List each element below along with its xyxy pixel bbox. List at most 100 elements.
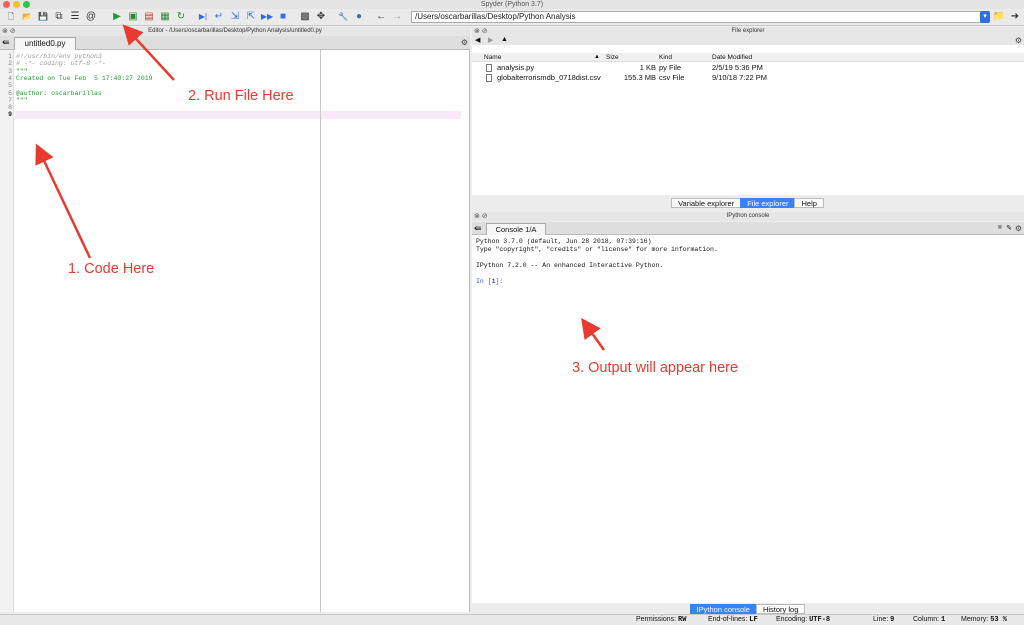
- file-row[interactable]: globalterrorismdb_0718dist.csv 155.3 MB cs…: [472, 73, 1024, 83]
- open-file-icon[interactable]: 📂: [20, 10, 34, 24]
- continue-icon[interactable]: ▶▶: [260, 10, 274, 24]
- column-status: Column: 1: [913, 616, 946, 624]
- file-name: analysis.py: [497, 63, 535, 72]
- ipython-console[interactable]: Python 3.7.0 (default, Jun 28 2018, 07:3…: [472, 235, 1024, 603]
- gear-icon[interactable]: ⚙: [1015, 36, 1022, 45]
- column-header-size[interactable]: Size: [606, 53, 619, 62]
- column-header-name[interactable]: Name: [484, 53, 501, 62]
- code-line: # -*- coding: utf-8 -*-: [16, 60, 106, 68]
- run-cell-icon[interactable]: ▣: [126, 10, 140, 24]
- title-bar: Spyder (Python 3.7): [0, 0, 1024, 9]
- tab-file-explorer[interactable]: File explorer: [740, 197, 796, 208]
- file-explorer: Name ▲ Size Kind Date Modified analysis.…: [472, 45, 1024, 195]
- back-arrow-icon[interactable]: ◀: [475, 36, 480, 44]
- stop-debug-icon[interactable]: ■: [276, 10, 290, 24]
- run-file-annotation: 2. Run File Here: [188, 88, 294, 104]
- step-return-icon[interactable]: ⇱: [244, 10, 258, 24]
- forward-arrow-icon[interactable]: ▶: [488, 36, 493, 44]
- spyder-window: Spyder (Python 3.7) /Users/oscarbarillas…: [0, 0, 1024, 625]
- sort-indicator-icon: ▲: [594, 54, 600, 60]
- window-title: Spyder (Python 3.7): [480, 1, 544, 8]
- python-path-icon[interactable]: ●: [352, 10, 366, 24]
- encoding-status: Encoding: UTF-8: [776, 616, 831, 624]
- stop-icon[interactable]: ■: [998, 224, 1002, 231]
- gear-icon[interactable]: ⚙: [461, 38, 468, 47]
- debug-icon[interactable]: ▶|: [196, 10, 210, 24]
- tab-help[interactable]: Help: [794, 197, 824, 208]
- save-all-icon[interactable]: ⧉: [52, 10, 66, 24]
- save-file-icon[interactable]: 💾: [36, 10, 50, 24]
- tab-ipython-console[interactable]: IPython console: [689, 603, 757, 614]
- file-icon: [486, 63, 495, 73]
- console-prompt[interactable]: In [1]:: [476, 278, 503, 286]
- code-line: """: [16, 67, 28, 75]
- console-output-line: IPython 7.2.0 -- An enhanced Interactive…: [476, 262, 664, 269]
- tab-variable-explorer[interactable]: Variable explorer: [671, 197, 742, 208]
- console-tabs: IPython console History log: [472, 603, 1024, 614]
- list-icon[interactable]: ☰: [68, 10, 82, 24]
- line-number: 8: [8, 104, 12, 112]
- column-header-kind[interactable]: Kind: [659, 53, 672, 62]
- file-name: globalterrorismdb_0718dist.csv: [497, 73, 601, 82]
- rerun-icon[interactable]: ↻: [174, 10, 188, 24]
- code-editor[interactable]: 1 #!/usr/bin/env python3 2 # -*- coding: ut…: [0, 50, 470, 612]
- run-selection-icon[interactable]: ▦: [158, 10, 172, 24]
- back-arrow-icon[interactable]: ←: [374, 10, 388, 24]
- console-output-line: Python 3.7.0 (default, Jun 28 2018, 07:3…: [476, 238, 652, 245]
- forward-arrow-icon[interactable]: ➜: [1008, 10, 1022, 24]
- editor-tab-bar: ⇚ untitled0.py ⚙: [0, 36, 470, 50]
- minimize-window-button[interactable]: [13, 1, 20, 8]
- file-explorer-tabs: Variable explorer File explorer Help: [472, 197, 1024, 208]
- line-number: 5: [8, 82, 12, 90]
- tab-untitled0[interactable]: untitled0.py: [14, 37, 76, 50]
- maximize-pane-icon[interactable]: ▩: [298, 10, 312, 24]
- pane-controls[interactable]: ⊗ ⊘: [474, 27, 492, 36]
- close-window-button[interactable]: [3, 1, 10, 8]
- file-explorer-title: File explorer: [472, 27, 1024, 36]
- file-row[interactable]: analysis.py 1 KB py File 2/5/19 5:36 PM: [472, 63, 1024, 73]
- pane-controls[interactable]: ⊗ ⊘: [474, 212, 492, 221]
- gear-icon[interactable]: ⚙: [1015, 224, 1022, 233]
- new-file-icon[interactable]: 🗋: [4, 10, 18, 24]
- file-table-header: Name ▲ Size Kind Date Modified: [472, 53, 1024, 62]
- step-icon[interactable]: ↵: [212, 10, 226, 24]
- line-number: 7: [8, 96, 12, 104]
- step-into-icon[interactable]: ⇲: [228, 10, 242, 24]
- tab-console-1a[interactable]: Console 1/A: [486, 223, 546, 235]
- permissions-status: Permissions: RW: [636, 616, 687, 624]
- fullscreen-icon[interactable]: ✥: [314, 10, 328, 24]
- browse-tabs-icon[interactable]: ⇚: [474, 223, 482, 234]
- column-header-date[interactable]: Date Modified: [712, 53, 752, 62]
- run-file-icon[interactable]: ▶: [110, 10, 124, 24]
- run-cell-advance-icon[interactable]: ▤: [142, 10, 156, 24]
- tab-history-log[interactable]: History log: [755, 603, 806, 614]
- console-output-line: Type "copyright", "credits" or "license"…: [476, 246, 718, 253]
- line-number: 1: [8, 53, 12, 60]
- file-size: 1 KB: [639, 63, 656, 72]
- console-tab-bar: ⇚ Console 1/A ■ ✎ ⚙: [472, 222, 1024, 235]
- line-number: 9: [8, 111, 12, 119]
- edit-icon[interactable]: ✎: [1006, 224, 1012, 232]
- main-toolbar: /Users/oscarbarillas/Desktop/Python Anal…: [0, 9, 1024, 26]
- line-number: 2: [8, 60, 12, 68]
- code-line: #!/usr/bin/env python3: [16, 53, 102, 60]
- line-number-gutter: [0, 50, 14, 612]
- console-pane-title: IPython console: [472, 212, 1024, 221]
- zoom-window-button[interactable]: [23, 1, 30, 8]
- forward-arrow-icon[interactable]: →: [390, 10, 404, 24]
- line-status: Line: 9: [873, 616, 895, 624]
- code-here-annotation: 1. Code Here: [68, 261, 155, 277]
- wrench-icon[interactable]: 🔧: [336, 10, 350, 24]
- memory-status: Memory: 53 %: [961, 616, 1007, 624]
- current-line-highlight: [15, 111, 461, 119]
- file-size: 155.3 MB: [623, 73, 656, 82]
- line-number: 3: [8, 67, 12, 75]
- pane-controls[interactable]: ⊗ ⊘: [2, 27, 20, 36]
- browse-tabs-icon[interactable]: ⇚: [2, 37, 10, 48]
- folder-icon[interactable]: 📁: [992, 10, 1006, 24]
- at-icon[interactable]: @: [84, 10, 98, 24]
- working-directory-input[interactable]: /Users/oscarbarillas/Desktop/Python Anal…: [411, 11, 989, 23]
- file-kind: csv File: [659, 73, 685, 82]
- chevron-down-icon[interactable]: ▾: [980, 11, 990, 23]
- parent-directory-icon[interactable]: ▲: [501, 36, 508, 43]
